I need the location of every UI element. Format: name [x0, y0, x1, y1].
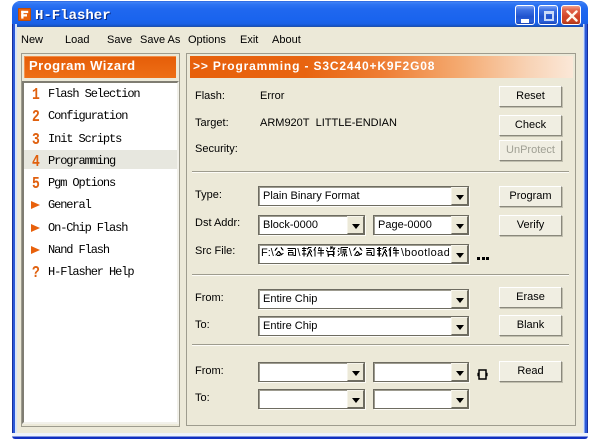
svg-text:\: \: [349, 247, 353, 259]
svg-text:bootload: bootload: [405, 247, 450, 259]
svg-text:F:\: F:\: [261, 247, 275, 259]
svg-text:\: \: [297, 247, 301, 259]
